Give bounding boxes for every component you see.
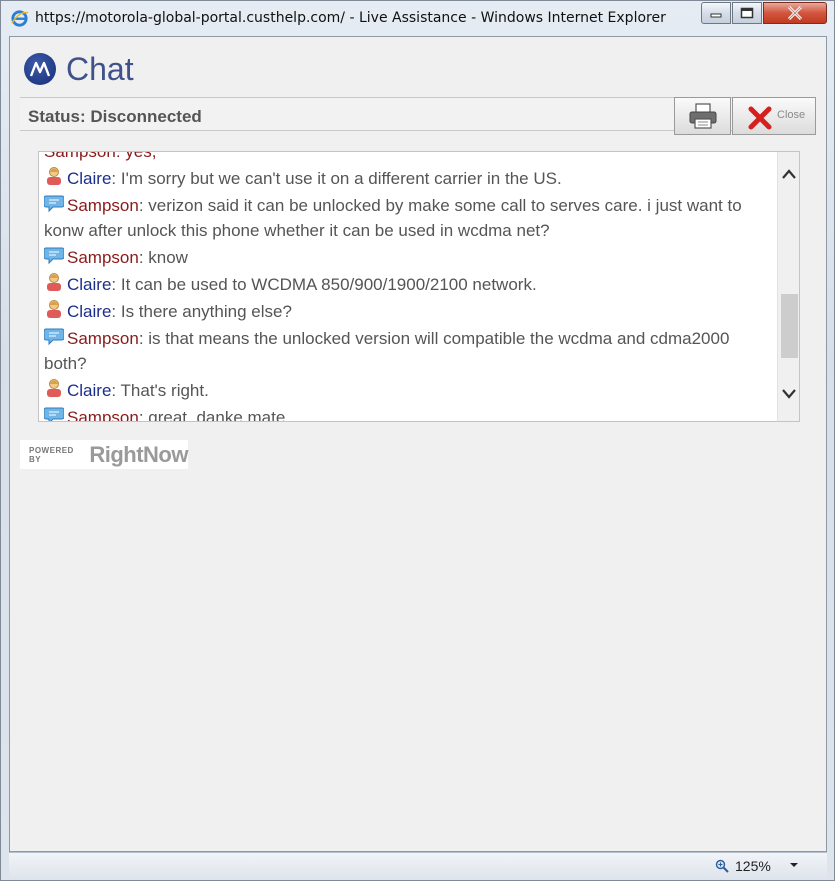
- minimize-icon: [710, 13, 722, 18]
- message-sender: Claire: [67, 275, 112, 294]
- scroll-thumb[interactable]: [781, 294, 798, 358]
- chat-message: Claire: Is there anything else?: [44, 299, 774, 324]
- message-sender: Sampson: [67, 196, 139, 215]
- zoom-icon: [715, 859, 729, 873]
- transcript-scrollbar[interactable]: [777, 152, 799, 421]
- page-title: Chat: [66, 50, 134, 87]
- chat-message: Sampson: great ,danke mate: [44, 405, 774, 422]
- partial-message: Sampson: yes,: [44, 151, 774, 164]
- chat-message: Claire: I'm sorry but we can't use it on…: [44, 166, 774, 191]
- vendor-name: RightNow: [89, 441, 188, 467]
- chat-message: Claire: That's right.: [44, 378, 774, 403]
- close-x-icon: [748, 106, 772, 130]
- zoom-level: 125%: [735, 858, 771, 874]
- partial-line: Sampson: yes,: [44, 151, 157, 161]
- message-text: : I'm sorry but we can't use it on a dif…: [111, 169, 562, 188]
- browser-status-bar: 125%: [9, 852, 827, 878]
- agent-avatar-icon: [47, 379, 61, 397]
- customer-bubble-icon: [44, 247, 64, 265]
- status-text: Status: Disconnected: [28, 107, 202, 126]
- message-text: : great ,danke mate: [138, 408, 286, 422]
- chat-message: Sampson: verizon said it can be unlocked…: [44, 193, 774, 243]
- message-sender: Sampson: [67, 248, 139, 267]
- motorola-logo-icon: [29, 61, 51, 77]
- chat-message: Claire: It can be used to WCDMA 850/900/…: [44, 272, 774, 297]
- message-text: : is that means the unlocked version wil…: [44, 329, 730, 373]
- window-close-icon: [787, 6, 803, 20]
- agent-avatar-icon: [47, 300, 61, 318]
- motorola-logo: [24, 53, 56, 85]
- chat-message: Sampson: know: [44, 245, 774, 270]
- maximize-icon: [740, 7, 754, 19]
- window-title: https://motorola-global-portal.custhelp.…: [35, 10, 666, 26]
- message-text: : That's right.: [111, 381, 209, 400]
- message-list: Sampson: yes, Claire: I'm sorry but we c…: [44, 151, 774, 422]
- message-sender: Sampson: [67, 408, 139, 422]
- chat-transcript[interactable]: Sampson: yes, Claire: I'm sorry but we c…: [38, 151, 800, 422]
- message-sender: Claire: [67, 169, 112, 188]
- zoom-dropdown-icon[interactable]: [789, 862, 799, 868]
- print-button[interactable]: [674, 97, 731, 135]
- message-sender: Sampson: [67, 329, 139, 348]
- message-text: : verizon said it can be unlocked by mak…: [44, 196, 742, 240]
- maximize-button[interactable]: [732, 2, 762, 24]
- zoom-control[interactable]: 125%: [715, 858, 771, 874]
- message-sender: Claire: [67, 381, 112, 400]
- powered-by-label: POWERED BY: [29, 445, 74, 464]
- message-text: : Is there anything else?: [111, 302, 292, 321]
- agent-avatar-icon: [47, 273, 61, 291]
- agent-avatar-icon: [47, 167, 61, 185]
- message-text: : know: [138, 248, 188, 267]
- scroll-down-icon[interactable]: [781, 388, 797, 400]
- minimize-button[interactable]: [701, 2, 731, 24]
- title-bar: https://motorola-global-portal.custhelp.…: [1, 1, 834, 35]
- internet-explorer-icon: [11, 10, 29, 27]
- close-chat-button[interactable]: Close: [732, 97, 816, 135]
- powered-by-rightnow-logo: POWERED BY RightNow: [20, 440, 188, 469]
- window-close-button[interactable]: [763, 2, 827, 24]
- chat-message: Sampson: is that means the unlocked vers…: [44, 326, 774, 376]
- scroll-up-icon[interactable]: [781, 168, 797, 180]
- browser-window: https://motorola-global-portal.custhelp.…: [0, 0, 835, 881]
- customer-bubble-icon: [44, 195, 64, 213]
- message-text: : It can be used to WCDMA 850/900/1900/2…: [111, 275, 537, 294]
- close-label: Close: [777, 109, 806, 121]
- customer-bubble-icon: [44, 407, 64, 421]
- message-sender: Claire: [67, 302, 112, 321]
- customer-bubble-icon: [44, 328, 64, 346]
- chat-header: Chat: [24, 51, 134, 87]
- printer-icon: [689, 103, 716, 129]
- page-content: Chat Status: Disconnected Close Sampson:…: [9, 36, 827, 852]
